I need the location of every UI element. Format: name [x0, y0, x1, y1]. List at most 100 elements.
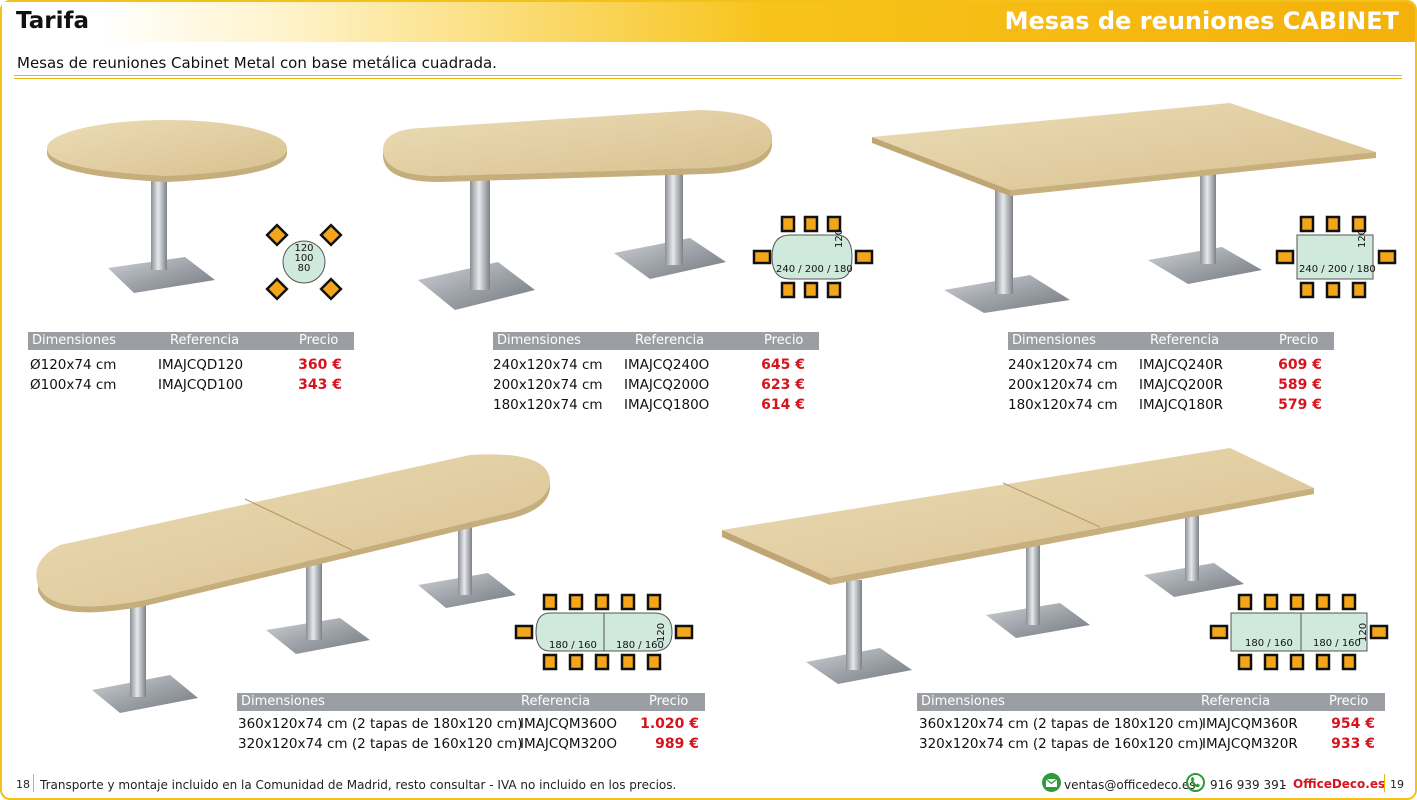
column-header-dimensions: Dimensiones	[921, 694, 1005, 709]
column-header-price: Precio	[1329, 694, 1369, 709]
footer-email-link[interactable]: ventas@officedeco.es	[1064, 778, 1196, 792]
modular-oval-table-image	[36, 454, 550, 713]
column-header-price: Precio	[299, 333, 339, 348]
rectangular-diagram-length: 240 / 200 / 180	[1299, 264, 1376, 275]
reference-cell: IMAJCQM320R	[1202, 736, 1298, 752]
price-cell: 343 €	[298, 377, 342, 393]
reference-cell: IMAJCQ200O	[624, 377, 710, 393]
reference-cell: IMAJCQM360O	[520, 716, 617, 732]
column-header-price: Precio	[649, 694, 689, 709]
price-table-modular-oval: Dimensiones Referencia Precio 360x120x74…	[237, 693, 705, 753]
price-table-round: Dimensiones Referencia Precio Ø120x74 cm…	[28, 332, 354, 394]
dimension-cell: 320x120x74 cm (2 tapas de 160x120 cm)	[238, 736, 523, 752]
dimension-cell: Ø120x74 cm	[30, 357, 117, 373]
table-row: 360x120x74 cm (2 tapas de 180x120 cm) IM…	[237, 713, 705, 733]
page-number-right: 19	[1390, 778, 1404, 791]
dimension-cell: Ø100x74 cm	[30, 377, 117, 393]
modular-rectangular-diagram-length-b: 180 / 160	[1313, 638, 1361, 649]
rectangular-diagram-width: 120	[1357, 228, 1368, 248]
modular-oval-diagram-width: 120	[656, 622, 667, 642]
price-table-modular-rectangular: Dimensiones Referencia Precio 360x120x74…	[917, 693, 1385, 753]
table-row: 320x120x74 cm (2 tapas de 160x120 cm) IM…	[917, 733, 1385, 753]
phone-icon	[1186, 773, 1205, 792]
column-header-dimensions: Dimensiones	[497, 333, 581, 348]
divider	[33, 774, 34, 792]
price-cell: 609 €	[1278, 357, 1322, 373]
column-header-reference: Referencia	[635, 333, 705, 348]
table-header: Dimensiones Referencia Precio	[917, 693, 1385, 711]
divider	[1384, 774, 1385, 792]
reference-cell: IMAJCQ240O	[624, 357, 710, 373]
price-cell: 1.020 €	[640, 716, 699, 732]
table-row: 180x120x74 cm IMAJCQ180O 614 €	[493, 394, 819, 414]
price-cell: 645 €	[761, 357, 805, 373]
modular-rectangular-diagram-length-a: 180 / 160	[1245, 638, 1293, 649]
column-header-price: Precio	[764, 333, 804, 348]
modular-oval-diagram-length-a: 180 / 160	[549, 640, 597, 651]
table-row: 200x120x74 cm IMAJCQ200O 623 €	[493, 374, 819, 394]
reference-cell: IMAJCQM320O	[520, 736, 617, 752]
column-header-dimensions: Dimensiones	[32, 333, 116, 348]
table-row: 320x120x74 cm (2 tapas de 160x120 cm) IM…	[237, 733, 705, 753]
reference-cell: IMAJCQM360R	[1202, 716, 1298, 732]
reference-cell: IMAJCQ240R	[1139, 357, 1224, 373]
dimension-cell: 200x120x74 cm	[493, 377, 603, 393]
dimension-cell: 320x120x74 cm (2 tapas de 160x120 cm)	[919, 736, 1204, 752]
price-cell: 360 €	[298, 357, 342, 373]
column-header-reference: Referencia	[170, 333, 240, 348]
reference-cell: IMAJCQD120	[158, 357, 244, 373]
table-header: Dimensiones Referencia Precio	[1008, 332, 1334, 350]
dimension-cell: 180x120x74 cm	[1008, 397, 1118, 413]
table-header: Dimensiones Referencia Precio	[237, 693, 705, 711]
footer-separator: -	[1282, 778, 1287, 792]
price-cell: 933 €	[1331, 736, 1375, 752]
table-header: Dimensiones Referencia Precio	[28, 332, 354, 350]
page-footer: 18 Transporte y montaje incluido en la C…	[0, 770, 1417, 798]
diagram-label: 80	[297, 263, 311, 274]
footer-phone-link[interactable]: 916 939 391	[1210, 778, 1286, 792]
dimension-cell: 200x120x74 cm	[1008, 377, 1118, 393]
oval-seating-diagram	[752, 215, 874, 299]
reference-cell: IMAJCQ180R	[1139, 397, 1224, 413]
price-table-rectangular: Dimensiones Referencia Precio 240x120x74…	[1008, 332, 1334, 414]
oval-table-image	[383, 110, 773, 310]
price-cell: 623 €	[761, 377, 805, 393]
column-header-dimensions: Dimensiones	[1012, 333, 1096, 348]
table-row: Ø100x74 cm IMAJCQD100 343 €	[28, 374, 354, 394]
footer-brand-link[interactable]: OfficeDeco.es	[1293, 777, 1385, 791]
price-cell: 989 €	[655, 736, 699, 752]
page-number-left: 18	[16, 778, 30, 791]
column-header-reference: Referencia	[1150, 333, 1220, 348]
price-cell: 954 €	[1331, 716, 1375, 732]
table-row: 240x120x74 cm IMAJCQ240R 609 €	[1008, 354, 1334, 374]
round-table-image	[47, 120, 287, 293]
dimension-cell: 240x120x74 cm	[1008, 357, 1118, 373]
modular-oval-seating-diagram	[514, 593, 694, 671]
dimension-cell: 180x120x74 cm	[493, 397, 603, 413]
table-row: 240x120x74 cm IMAJCQ240O 645 €	[493, 354, 819, 374]
table-header: Dimensiones Referencia Precio	[493, 332, 819, 350]
reference-cell: IMAJCQD100	[158, 377, 244, 393]
price-table-oval: Dimensiones Referencia Precio 240x120x74…	[493, 332, 819, 414]
price-cell: 614 €	[761, 397, 805, 413]
dimension-cell: 360x120x74 cm (2 tapas de 180x120 cm)	[238, 716, 523, 732]
reference-cell: IMAJCQ180O	[624, 397, 710, 413]
email-icon	[1042, 773, 1061, 792]
dimension-cell: 240x120x74 cm	[493, 357, 603, 373]
column-header-price: Precio	[1279, 333, 1319, 348]
price-cell: 579 €	[1278, 397, 1322, 413]
footer-note: Transporte y montaje incluido en la Comu…	[40, 778, 677, 792]
column-header-dimensions: Dimensiones	[241, 694, 325, 709]
column-header-reference: Referencia	[1201, 694, 1271, 709]
price-cell: 589 €	[1278, 377, 1322, 393]
round-diagram-labels: 120 100 80	[288, 244, 320, 274]
table-row: 180x120x74 cm IMAJCQ180R 579 €	[1008, 394, 1334, 414]
dimension-cell: 360x120x74 cm (2 tapas de 180x120 cm)	[919, 716, 1204, 732]
modular-rectangular-diagram-width: 120	[1358, 622, 1369, 642]
reference-cell: IMAJCQ200R	[1139, 377, 1224, 393]
column-header-reference: Referencia	[521, 694, 591, 709]
table-row: Ø120x74 cm IMAJCQD120 360 €	[28, 354, 354, 374]
table-row: 360x120x74 cm (2 tapas de 180x120 cm) IM…	[917, 713, 1385, 733]
oval-diagram-length: 240 / 200 / 180	[776, 264, 853, 275]
table-row: 200x120x74 cm IMAJCQ200R 589 €	[1008, 374, 1334, 394]
